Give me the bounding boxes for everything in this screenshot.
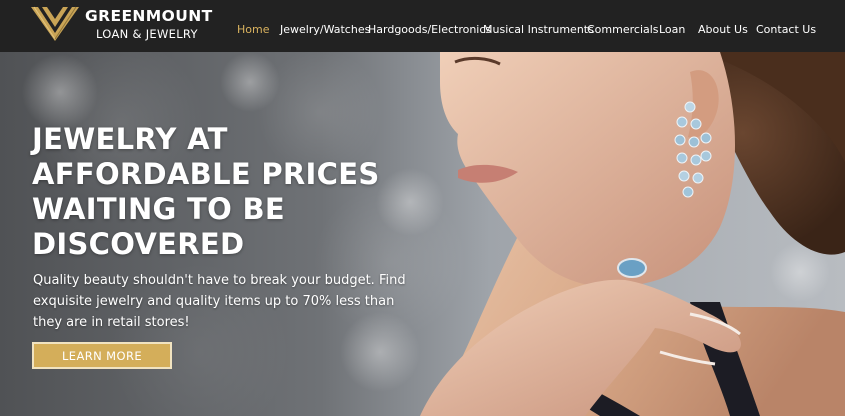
nav-commercials[interactable]: Commercials [587,23,659,36]
nav-jewelry-watches[interactable]: Jewelry/Watches [280,23,370,36]
nav-hardgoods-electronics[interactable]: Hardgoods/Electronics [368,23,491,36]
headline-line: JEWELRY AT [32,122,228,156]
nav-musical-instruments[interactable]: Musical Instruments [483,23,594,36]
hero-banner: JEWELRY AT AFFORDABLE PRICES WAITING TO … [0,52,845,416]
learn-more-button[interactable]: LEARN MORE [32,342,172,369]
main-nav: Home Jewelry/Watches Hardgoods/Electroni… [0,0,845,52]
headline-line: WAITING TO BE [32,192,286,226]
nav-about-us[interactable]: About Us [698,23,748,36]
headline-line: AFFORDABLE PRICES [32,157,380,191]
nav-contact-us[interactable]: Contact Us [756,23,816,36]
hero-subtext: Quality beauty shouldn't have to break y… [33,273,406,330]
hero-headline: JEWELRY AT AFFORDABLE PRICES WAITING TO … [32,122,392,262]
headline-line: DISCOVERED [32,227,245,261]
nav-loan[interactable]: Loan [659,23,685,36]
site-header: GREENMOUNT LOAN & JEWELRY Home Jewelry/W… [0,0,845,52]
nav-home[interactable]: Home [237,23,269,36]
